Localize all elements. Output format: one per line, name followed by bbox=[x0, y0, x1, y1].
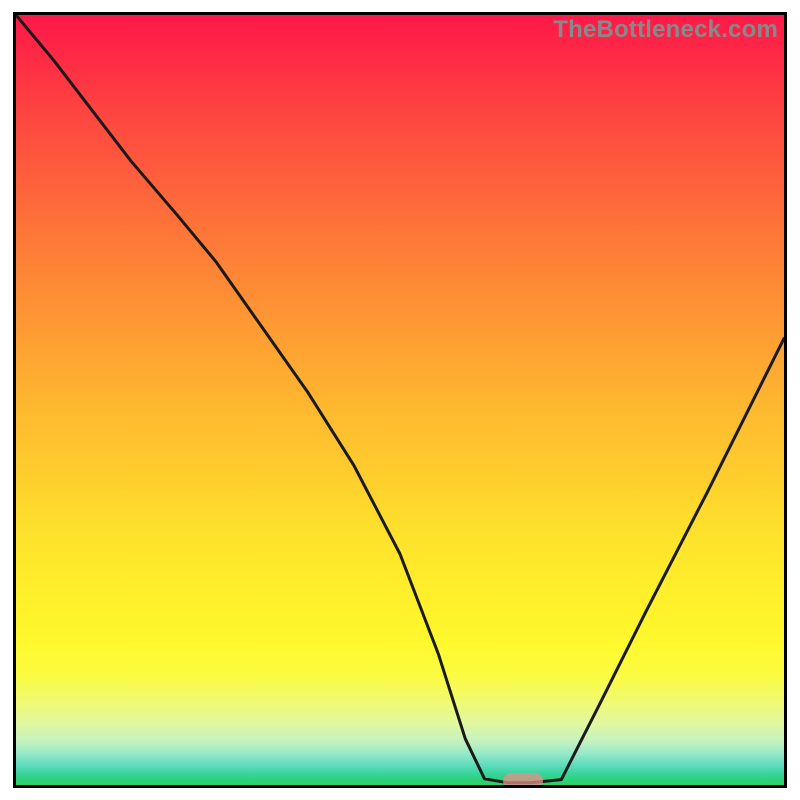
bottleneck-curve bbox=[16, 15, 784, 785]
curve-line bbox=[16, 15, 784, 783]
optimum-marker bbox=[503, 773, 543, 788]
chart-frame bbox=[13, 12, 787, 788]
watermark-text: TheBottleneck.com bbox=[553, 16, 778, 44]
